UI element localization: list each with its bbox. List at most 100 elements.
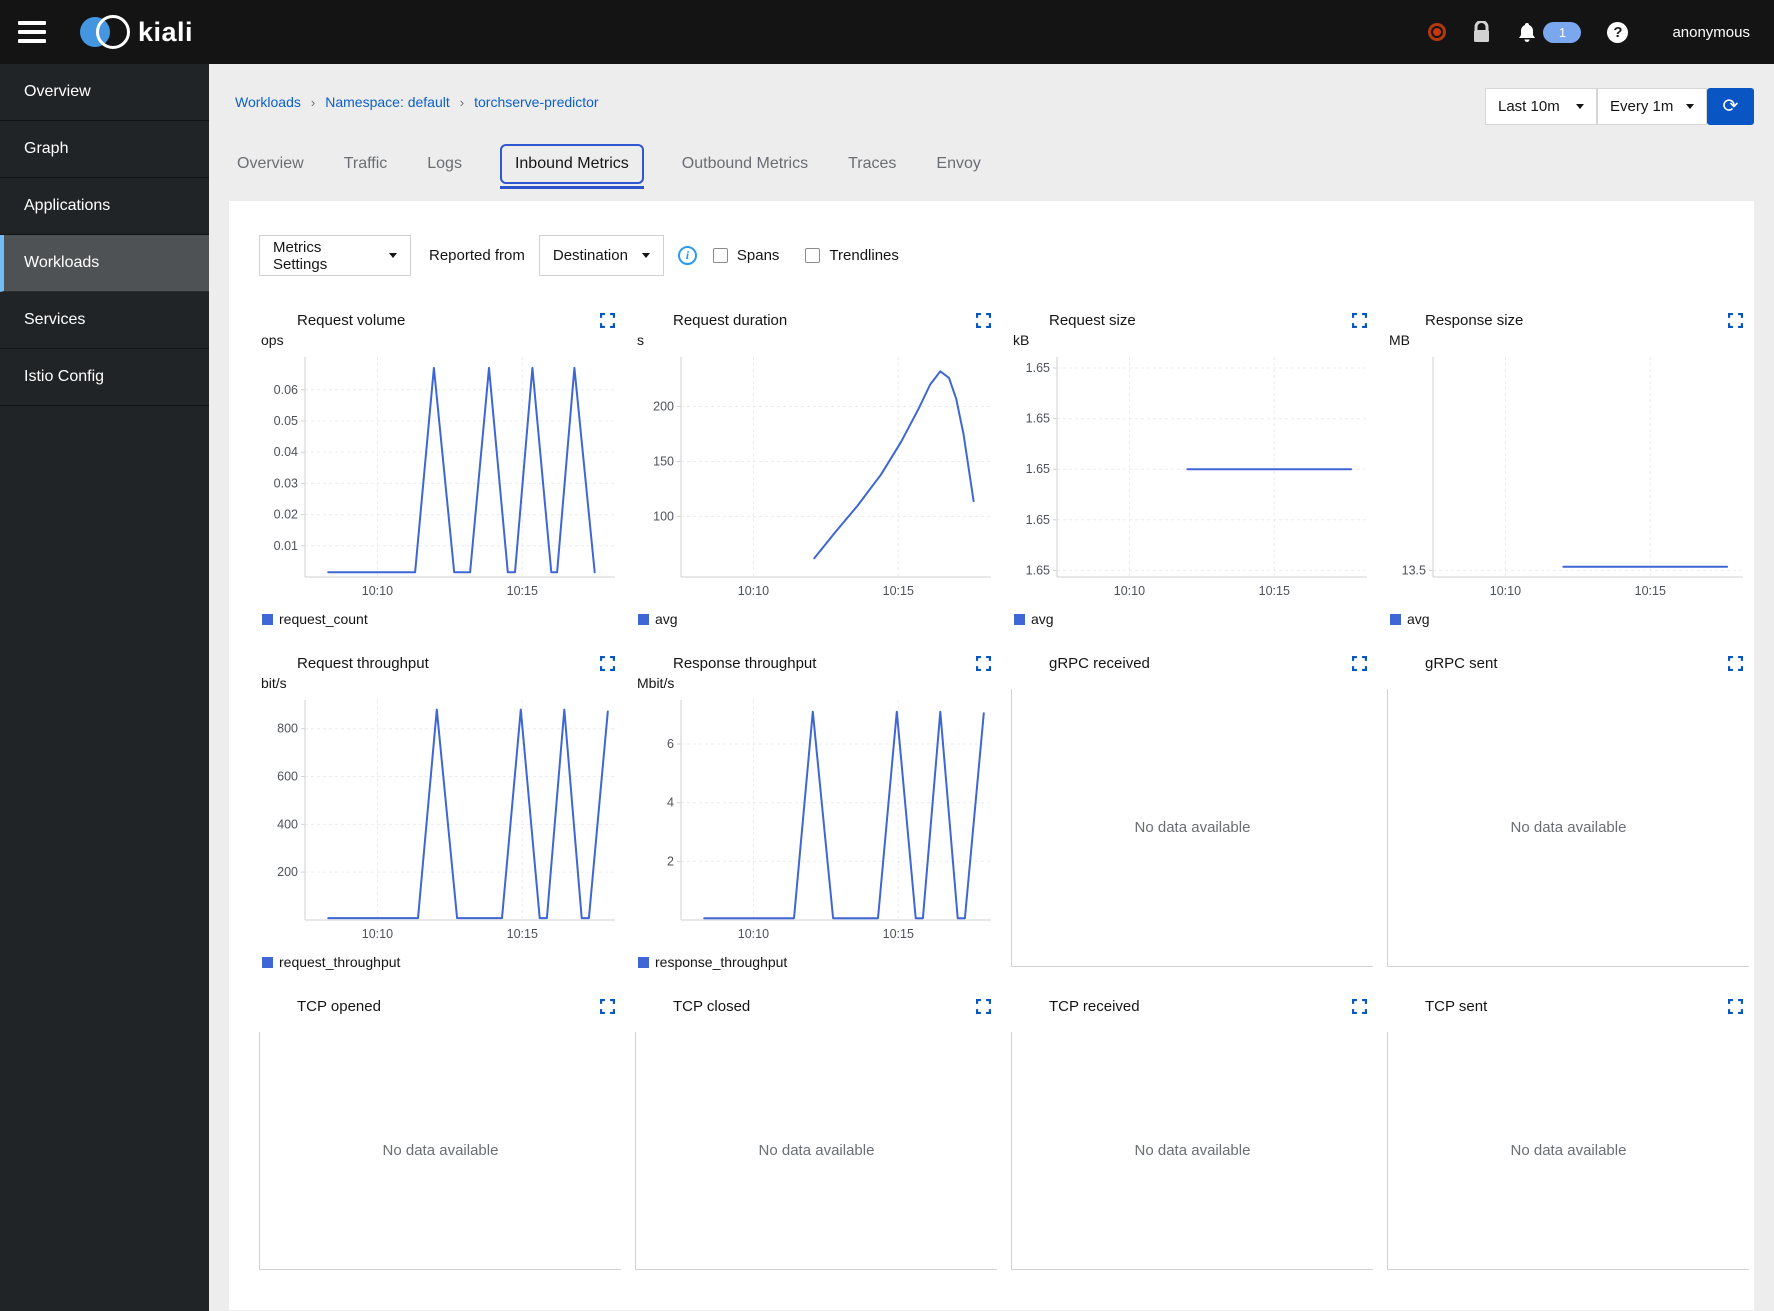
chart-header: gRPC sent — [1387, 651, 1749, 675]
chart-title: Response size — [1425, 311, 1524, 329]
sidebar-item-overview[interactable]: Overview — [0, 64, 209, 121]
tab-bar: Overview Traffic Logs Inbound Metrics Outbou… — [209, 125, 1774, 189]
svg-text:0.06: 0.06 — [274, 383, 298, 397]
svg-text:150: 150 — [653, 455, 674, 469]
chart-plot: 10:10 10:15 1.65 1.65 1.65 1.65 1.65 — [1026, 357, 1367, 598]
main-content: Workloads › Namespace: default › torchserve-… — [209, 64, 1774, 1311]
tab-traces[interactable]: Traces — [846, 143, 898, 185]
svg-text:1.65: 1.65 — [1026, 462, 1050, 476]
spans-checkbox-group[interactable]: Spans — [712, 247, 780, 264]
expand-icon[interactable] — [600, 312, 615, 328]
chart-header: Response size — [1387, 308, 1749, 332]
chart-request-throughput: Request throughput bit/s 10:10 10:15 200 400 6… — [259, 651, 621, 970]
chevron-down-icon — [1686, 104, 1694, 109]
svg-text:0.01: 0.01 — [274, 539, 298, 553]
status-record-icon[interactable] — [1428, 23, 1447, 41]
svg-text:10:15: 10:15 — [1259, 584, 1290, 598]
chart-tcp-sent: TCP sent No data available — [1387, 994, 1749, 1270]
svg-text:13.5: 13.5 — [1402, 563, 1426, 577]
chart-header: gRPC received — [1011, 651, 1373, 675]
spans-label: Spans — [736, 247, 780, 264]
trendlines-checkbox[interactable] — [805, 248, 821, 263]
expand-icon[interactable] — [600, 998, 615, 1014]
breadcrumb-separator: › — [310, 94, 316, 110]
expand-icon[interactable] — [1352, 312, 1367, 328]
chart-title: TCP sent — [1425, 997, 1488, 1015]
no-data-message: No data available — [1387, 689, 1749, 967]
tab-traffic[interactable]: Traffic — [342, 143, 390, 185]
chart-title: Response throughput — [673, 654, 817, 672]
chart-unit-label: kB — [1013, 332, 1030, 348]
expand-icon[interactable] — [976, 655, 991, 671]
legend-item[interactable]: response_throughput — [638, 954, 997, 970]
menu-toggle-button[interactable] — [0, 0, 64, 64]
time-range-select[interactable]: Last 10m — [1485, 88, 1597, 125]
bell-icon[interactable] — [1517, 22, 1537, 43]
spans-checkbox[interactable] — [712, 248, 728, 263]
chart-plot: 10:10 10:15 2 4 6 — [667, 700, 991, 941]
chart-header: TCP sent — [1387, 994, 1749, 1018]
breadcrumb: Workloads › Namespace: default › torchserve-… — [235, 88, 599, 110]
trendlines-checkbox-group[interactable]: Trendlines — [805, 247, 899, 264]
svg-text:10:15: 10:15 — [883, 584, 914, 598]
chart-header: Response throughput — [635, 651, 997, 675]
help-icon[interactable]: ? — [1607, 21, 1629, 43]
svg-text:800: 800 — [277, 722, 298, 736]
svg-text:6: 6 — [667, 737, 674, 751]
info-icon[interactable]: i — [677, 246, 697, 265]
expand-icon[interactable] — [1352, 655, 1367, 671]
sidebar-item-workloads[interactable]: Workloads — [0, 235, 209, 292]
expand-icon[interactable] — [1352, 998, 1367, 1014]
svg-text:4: 4 — [667, 796, 674, 810]
chart-header: Request volume — [259, 308, 621, 332]
expand-icon[interactable] — [1728, 312, 1743, 328]
legend-label: response_throughput — [655, 954, 788, 970]
tab-overview[interactable]: Overview — [235, 143, 306, 185]
no-data-message: No data available — [1011, 689, 1373, 967]
reported-from-label: Reported from — [429, 247, 525, 264]
breadcrumb-link[interactable]: Namespace: default — [325, 94, 450, 110]
legend-item[interactable]: request_count — [262, 611, 621, 627]
expand-icon[interactable] — [1728, 655, 1743, 671]
tab-outbound-metrics[interactable]: Outbound Metrics — [680, 143, 810, 185]
legend-item[interactable]: avg — [638, 611, 997, 627]
svg-text:200: 200 — [277, 865, 298, 879]
breadcrumb-link[interactable]: torchserve-predictor — [474, 94, 599, 110]
sync-icon: ⟳ — [1722, 96, 1739, 117]
chart-title: Request duration — [673, 311, 788, 329]
svg-text:10:15: 10:15 — [883, 927, 914, 941]
kiali-brand[interactable]: kiali — [80, 14, 193, 50]
sidebar-item-applications[interactable]: Applications — [0, 178, 209, 235]
refresh-button[interactable]: ⟳ — [1707, 88, 1754, 125]
brand-name: kiali — [138, 16, 194, 47]
legend-swatch-icon — [262, 956, 273, 968]
svg-text:100: 100 — [653, 510, 674, 524]
kiali-logo-icon — [80, 14, 132, 50]
legend-item[interactable]: avg — [1014, 611, 1373, 627]
sidebar-item-istio-config[interactable]: Istio Config — [0, 349, 209, 406]
legend-label: avg — [655, 611, 678, 627]
lock-icon[interactable] — [1472, 21, 1491, 43]
legend-item[interactable]: avg — [1390, 611, 1749, 627]
metrics-settings-dropdown[interactable]: Metrics Settings — [259, 235, 411, 276]
refresh-interval-select[interactable]: Every 1m — [1597, 88, 1707, 125]
chart-grpc-received: gRPC received No data available — [1011, 651, 1373, 970]
svg-text:10:15: 10:15 — [507, 584, 538, 598]
sidebar-item-services[interactable]: Services — [0, 292, 209, 349]
tab-envoy[interactable]: Envoy — [934, 143, 982, 185]
expand-icon[interactable] — [976, 998, 991, 1014]
expand-icon[interactable] — [976, 312, 991, 328]
chart-unit-label: s — [637, 332, 644, 348]
legend-item[interactable]: request_throughput — [262, 954, 621, 970]
reported-from-dropdown[interactable]: Destination — [538, 235, 664, 276]
tab-logs[interactable]: Logs — [425, 143, 464, 185]
expand-icon[interactable] — [1728, 998, 1743, 1014]
sidebar-item-graph[interactable]: Graph — [0, 121, 209, 178]
expand-icon[interactable] — [600, 655, 615, 671]
chart-plot: 10:10 10:15 100 150 200 — [653, 357, 991, 598]
chart-tcp-received: TCP received No data available — [1011, 994, 1373, 1270]
notification-badge[interactable]: 1 — [1543, 21, 1582, 43]
user-menu[interactable]: anonymous — [1672, 24, 1750, 41]
tab-inbound-metrics[interactable]: Inbound Metrics — [499, 144, 644, 189]
breadcrumb-link[interactable]: Workloads — [235, 94, 301, 110]
